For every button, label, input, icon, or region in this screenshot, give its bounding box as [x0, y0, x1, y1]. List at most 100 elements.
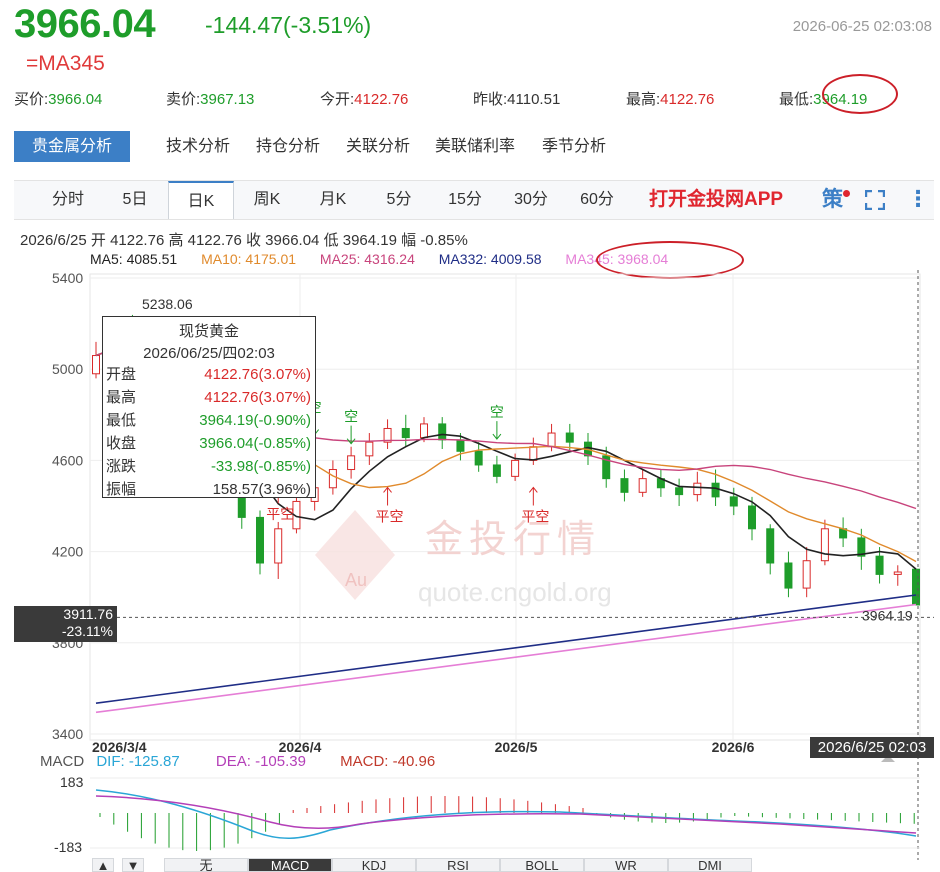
candle-body [748, 505, 756, 530]
fullscreen-icon[interactable] [865, 190, 885, 210]
tooltip-row-close: 收盘 3966.04(-0.85%) [106, 435, 311, 452]
tab-precious-metals[interactable]: 贵金属分析 [14, 131, 131, 162]
candle-body [365, 441, 374, 457]
candle-body [401, 427, 410, 439]
tooltip-title: 现货黄金 [178, 323, 239, 340]
candle-body [547, 432, 556, 448]
tab-monthly-k[interactable]: 月K [300, 181, 366, 219]
x-tick-label: 2026/6 [712, 739, 755, 755]
candle-body [693, 482, 702, 496]
macd-value: MACD: -40.96 [340, 753, 436, 770]
macd-dea-line [95, 795, 917, 834]
tab-intraday[interactable]: 分时 [34, 181, 102, 219]
quote-high: 最高:4122.76 [626, 91, 715, 108]
candle-body [256, 516, 264, 564]
candle-body [638, 478, 647, 493]
price-change: -144.47(-3.51%) [205, 12, 372, 38]
signal-cover-label: 平空 [521, 509, 549, 525]
tooltip-row-change: 涨跌 -33.98(-0.85%) [106, 458, 311, 475]
candle-body [565, 432, 574, 443]
strategy-icon[interactable]: 策 [822, 181, 843, 219]
signal-cover-arrow [383, 486, 392, 506]
candle-body [620, 478, 629, 493]
ma25-label: MA25: 4316.24 [319, 251, 415, 267]
tab-seasonal[interactable]: 季节分析 [542, 131, 606, 162]
macd-dea: DEA: -105.39 [215, 753, 306, 770]
candle-body [802, 560, 811, 589]
tab-60min[interactable]: 60分 [564, 181, 630, 219]
signal-sell-arrow [346, 425, 356, 445]
signal-sell-label: 空 [490, 405, 504, 421]
tab-5min[interactable]: 5分 [366, 181, 432, 219]
candle-body [511, 459, 520, 477]
signal-sell-label: 空 [344, 410, 358, 426]
y-tick-label: 4200 [52, 544, 83, 560]
ma345-line [95, 603, 917, 714]
ma5-label: MA5: 4085.51 [90, 251, 178, 267]
crosshair-price-badge: 3911.76 -23.11% [14, 606, 117, 642]
candle-tooltip: 现货黄金 2026/06/25/四02:03 开盘 4122.76(3.07%) … [102, 316, 316, 498]
candle-body [328, 469, 337, 489]
crosshair-date-badge: 2026/6/25 02:03 [810, 737, 934, 758]
tab-30min[interactable]: 30分 [498, 181, 564, 219]
ma332-label: MA332: 4009.58 [438, 251, 542, 267]
candle-body [912, 568, 920, 606]
y-tick-label: 3400 [52, 726, 83, 742]
y-tick-label: 4600 [52, 452, 83, 468]
watermark-text: 金投行情 [425, 517, 601, 561]
x-tick-label: 2026/5 [495, 739, 538, 755]
max-price-label: 5238.06 [142, 296, 193, 312]
tooltip-row-high: 最高 4122.76(3.07%) [106, 389, 311, 406]
candle-body [784, 562, 793, 589]
candle-body [347, 455, 356, 471]
tab-correlation[interactable]: 关联分析 [346, 131, 410, 162]
macd-tick-top: 183 [60, 774, 84, 790]
tab-15min[interactable]: 15分 [432, 181, 498, 219]
quote-bid: 买价:3966.04 [14, 91, 103, 108]
current-price: 3966.04 [14, 2, 156, 46]
candle-body [675, 487, 684, 496]
watermark-url: quote.cngold.org [418, 577, 612, 607]
analysis-tabs: 贵金属分析 技术分析 持仓分析 关联分析 美联储利率 季节分析 [14, 131, 934, 162]
macd-dif: DIF: -125.87 [96, 753, 180, 770]
signal-sell-arrow [492, 421, 502, 440]
tooltip-row-amplitude: 振幅 158.57(3.96%) [106, 481, 311, 498]
period-tabs: 分时 5日 日K 周K 月K 5分 15分 30分 60分 打开金投网APP 策… [14, 180, 934, 220]
tab-technical[interactable]: 技术分析 [166, 131, 230, 162]
tab-daily-k[interactable]: 日K [168, 181, 234, 219]
candle-body [820, 528, 829, 562]
y-tick-label: 5400 [52, 270, 83, 286]
tab-position[interactable]: 持仓分析 [256, 131, 320, 162]
tooltip-row-open: 开盘 4122.76(3.07%) [106, 366, 311, 383]
macd-title: MACD [40, 753, 85, 770]
candle-body [875, 555, 884, 575]
macd-tick-bottom: -183 [54, 839, 82, 855]
quote-open: 今开:4122.76 [320, 91, 409, 108]
tooltip-date: 2026/06/25/四02:03 [143, 345, 275, 362]
candle-body [274, 528, 283, 564]
signal-cover-label: 平空 [266, 507, 294, 523]
tab-fed-rate[interactable]: 美联储利率 [435, 131, 515, 162]
tab-5day[interactable]: 5日 [102, 181, 168, 219]
open-app-link[interactable]: 打开金投网APP [649, 181, 783, 219]
candle-body [766, 528, 775, 564]
y-tick-label: 5000 [52, 361, 83, 377]
candle-body [893, 571, 902, 575]
candle-body [420, 423, 428, 439]
ma332-line [95, 594, 917, 705]
quote-prev-close: 昨收:4110.51 [473, 91, 561, 108]
candle-body [492, 464, 501, 477]
watermark-logo-text: Au [345, 570, 367, 590]
annotation-ma345: =MA345 [26, 52, 105, 75]
min-price-label: 3964.19 [862, 607, 913, 623]
candle-body [529, 446, 538, 461]
notification-dot [843, 190, 850, 197]
indicator-tabs: ▲ ▼ 无 MACD KDJ RSI BOLL WR DMI [92, 858, 934, 872]
candle-body [711, 482, 720, 498]
tab-weekly-k[interactable]: 周K [234, 181, 300, 219]
candle-body [456, 439, 465, 452]
signal-cover-label: 平空 [376, 509, 404, 525]
candle-body [92, 355, 100, 375]
quote-timestamp: 2026-06-25 02:03:08 [792, 18, 932, 35]
more-icon[interactable]: ⋮ [907, 181, 929, 217]
